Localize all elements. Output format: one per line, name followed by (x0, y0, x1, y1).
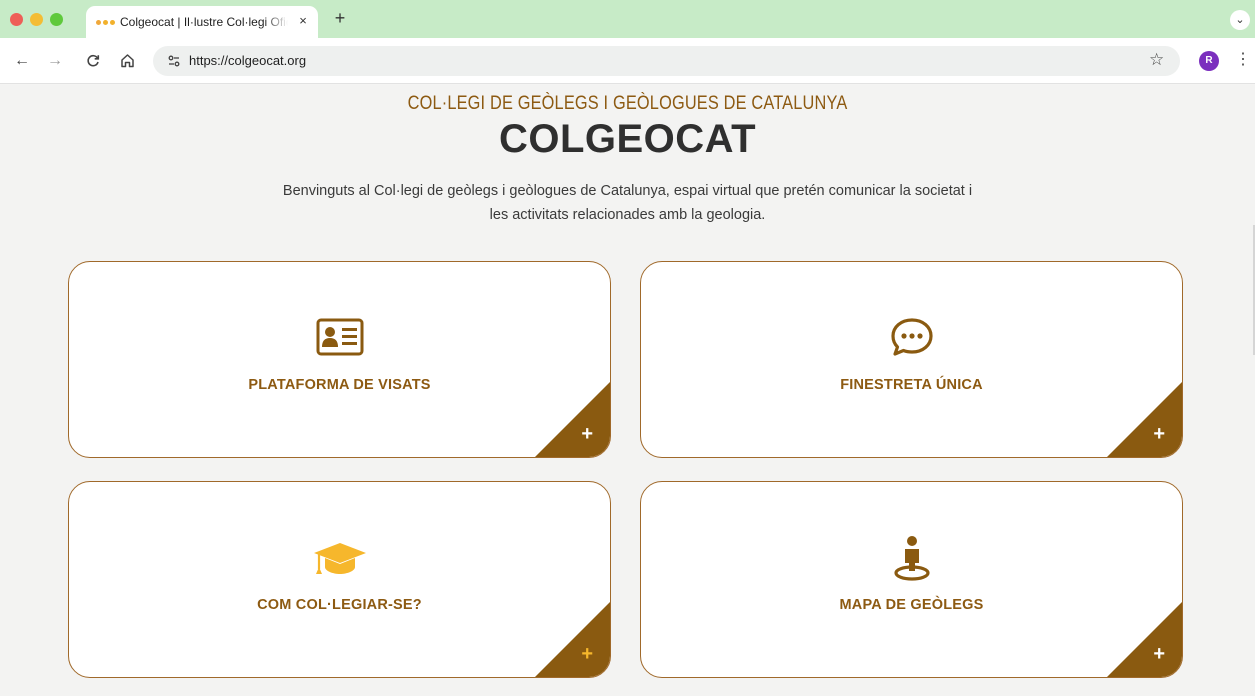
page-title: COLGEOCAT (498, 117, 757, 161)
intro-line: les activitats relacionades amb la geolo… (489, 207, 766, 223)
reload-icon[interactable] (81, 49, 105, 73)
window-close-button[interactable] (10, 13, 23, 26)
window-zoom-button[interactable] (50, 13, 63, 26)
card-plataforma-de-visats[interactable]: PLATAFORMA DE VISATS + (68, 261, 611, 458)
forward-arrow-icon[interactable]: → (43, 49, 67, 73)
plus-icon[interactable]: + (581, 424, 593, 444)
address-bar[interactable]: https://colgeocat.org ☆ (153, 46, 1180, 76)
plus-icon[interactable]: + (1153, 424, 1165, 444)
back-arrow-icon[interactable]: ← (10, 49, 34, 73)
tab-close-icon[interactable]: × (295, 13, 311, 29)
card-label: COM COL·LEGIAR-SE? (257, 597, 422, 613)
bookmark-star-icon[interactable]: ☆ (1149, 50, 1164, 70)
organization-full-name: COL·LEGI DE GEÒLEGS I GEÒLOGUES DE CATAL… (407, 93, 848, 114)
card-label: MAPA DE GEÒLEGS (839, 597, 984, 613)
window-minimize-button[interactable] (30, 13, 43, 26)
card-mapa-de-geolegs[interactable]: MAPA DE GEÒLEGS + (640, 481, 1183, 678)
browser-toolbar: ← → https://colgeocat.org ☆ R ⋮ (0, 38, 1255, 84)
site-info-icon[interactable] (165, 52, 183, 70)
site-favicon-icon (96, 17, 116, 27)
new-tab-button[interactable]: + (330, 8, 350, 28)
graduation-cap-icon (69, 540, 610, 578)
card-corner-button[interactable] (1107, 382, 1182, 457)
card-label: FINESTRETA ÚNICA (840, 377, 983, 393)
page-content: COL·LEGI DE GEÒLEGS I GEÒLOGUES DE CATAL… (0, 85, 1255, 696)
browser-menu-icon[interactable]: ⋮ (1235, 50, 1251, 70)
card-finestreta-unica[interactable]: FINESTRETA ÚNICA + (640, 261, 1183, 458)
browser-tab-strip: Colgeocat | Il·lustre Col·legi Oficial d… (0, 0, 1255, 38)
id-card-icon (69, 318, 610, 356)
card-label: PLATAFORMA DE VISATS (248, 377, 431, 393)
intro-line: Benvinguts al Col·legi de geòlegs i geòl… (282, 183, 973, 199)
card-corner-button[interactable] (535, 602, 610, 677)
plus-icon[interactable]: + (1153, 644, 1165, 664)
profile-avatar[interactable]: R (1199, 51, 1219, 71)
chat-bubble-icon (641, 317, 1182, 357)
card-corner-button[interactable] (535, 382, 610, 457)
browser-tab-active[interactable]: Colgeocat | Il·lustre Col·legi Oficial d… (86, 6, 318, 38)
map-person-icon (641, 535, 1182, 581)
card-corner-button[interactable] (1107, 602, 1182, 677)
home-icon[interactable] (115, 49, 139, 73)
tab-title: Colgeocat | Il·lustre Col·legi Oficial d… (120, 15, 288, 29)
url-text[interactable]: https://colgeocat.org (189, 53, 306, 68)
tab-search-button[interactable]: ⌄ (1230, 10, 1250, 30)
intro-text: Benvinguts al Col·legi de geòlegs i geòl… (230, 179, 1025, 227)
plus-icon[interactable]: + (581, 644, 593, 664)
card-com-col-legiar-se[interactable]: COM COL·LEGIAR-SE? + (68, 481, 611, 678)
